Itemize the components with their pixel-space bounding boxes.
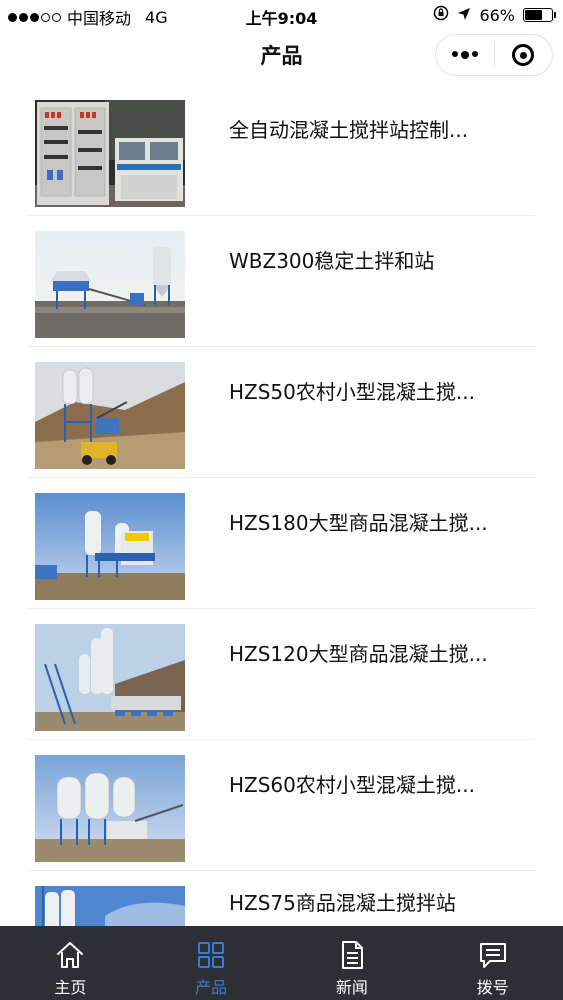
product-image-wbz300 bbox=[35, 231, 185, 338]
product-image-hzs120 bbox=[35, 624, 185, 731]
tab-news-label: 新闻 bbox=[335, 978, 368, 997]
tab-call[interactable]: 拨号 bbox=[422, 926, 563, 1000]
product-title: HZS50农村小型混凝土搅... bbox=[229, 380, 475, 404]
tab-products[interactable]: 产品 bbox=[141, 926, 282, 1000]
product-title: HZS120大型商品混凝土搅... bbox=[229, 642, 488, 666]
product-item[interactable]: WBZ300稳定土拌和站 bbox=[27, 216, 535, 347]
product-title: HZS60农村小型混凝土搅... bbox=[229, 773, 475, 797]
target-icon bbox=[512, 44, 535, 66]
product-item[interactable]: HZS120大型商品混凝土搅... bbox=[27, 609, 535, 740]
product-image-hzs75 bbox=[35, 886, 185, 931]
product-image-hzs60 bbox=[35, 755, 185, 862]
nav-header: 产品 bbox=[0, 30, 563, 80]
tab-home[interactable]: 主页 bbox=[0, 926, 141, 1000]
tab-home-label: 主页 bbox=[54, 978, 87, 997]
more-button[interactable] bbox=[436, 35, 494, 75]
more-dots-icon bbox=[451, 51, 478, 59]
battery-percent: 66% bbox=[479, 5, 515, 25]
product-item[interactable]: HZS50农村小型混凝土搅... bbox=[27, 347, 535, 478]
product-item[interactable]: HZS180大型商品混凝土搅... bbox=[27, 478, 535, 609]
product-title: 全自动混凝土搅拌站控制... bbox=[229, 118, 469, 142]
product-item[interactable]: 全自动混凝土搅拌站控制... bbox=[27, 85, 535, 216]
tab-call-label: 拨号 bbox=[476, 978, 509, 997]
document-icon bbox=[337, 940, 367, 970]
bottom-tab-bar: 主页 产品 新闻 拨号 bbox=[0, 926, 563, 1000]
status-bar-right: 66% bbox=[433, 5, 556, 25]
product-image-hzs50 bbox=[35, 362, 185, 469]
mini-program-capsule bbox=[435, 34, 553, 76]
tab-products-label: 产品 bbox=[195, 978, 228, 997]
product-item[interactable]: HZS75商品混凝土搅拌站 bbox=[27, 871, 535, 931]
product-title: HZS180大型商品混凝土搅... bbox=[229, 511, 488, 535]
message-icon bbox=[478, 940, 508, 970]
status-bar: 中国移动 4G 上午9:04 66% bbox=[0, 0, 563, 30]
product-image-control-cabinet bbox=[35, 100, 185, 207]
product-list: 全自动混凝土搅拌站控制... WBZ300稳定土拌和站 HZS50农村小型混凝土… bbox=[27, 85, 535, 931]
tab-news[interactable]: 新闻 bbox=[282, 926, 423, 1000]
product-title: HZS75商品混凝土搅拌站 bbox=[229, 891, 456, 915]
home-icon bbox=[55, 940, 85, 970]
close-mini-program-button[interactable] bbox=[495, 35, 553, 75]
product-title: WBZ300稳定土拌和站 bbox=[229, 249, 435, 273]
rotation-lock-icon bbox=[433, 5, 449, 25]
grid-icon bbox=[196, 940, 226, 970]
battery-icon bbox=[523, 8, 556, 22]
product-image-hzs180 bbox=[35, 493, 185, 600]
product-item[interactable]: HZS60农村小型混凝土搅... bbox=[27, 740, 535, 871]
location-icon bbox=[457, 6, 471, 25]
